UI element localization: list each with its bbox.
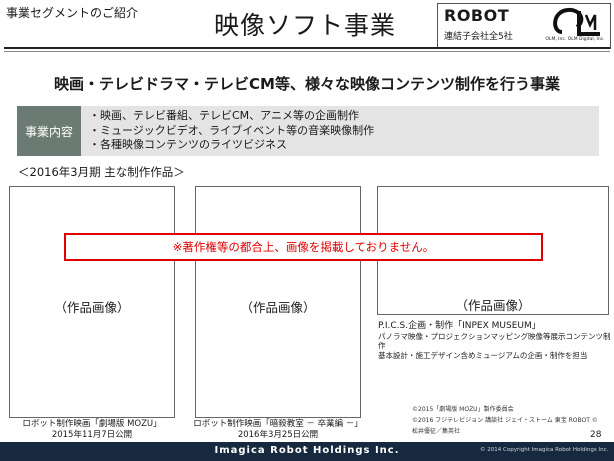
section-label: 事業セグメントのご紹介 — [6, 6, 139, 20]
work-caption: P.I.C.S.企画・制作「INPEX MUSEUM」 パノラマ映像・プロジェク… — [378, 321, 614, 360]
footer-bar: Imagica Robot Holdings Inc. © 2014 Copyr… — [0, 442, 614, 461]
work-image-frame: （作品画像） — [9, 186, 175, 418]
business-label: 事業内容 — [17, 106, 81, 156]
copyright-line: ©2015「劇場版 MOZU」製作委員会 — [412, 406, 514, 413]
business-item: ・各種映像コンテンツのライツビジネス — [89, 138, 287, 151]
business-item: ・映画、テレビ番組、テレビCM、アニメ等の企画制作 — [89, 109, 359, 122]
work-image-placeholder: （作品画像） — [240, 300, 316, 315]
business-items: ・映画、テレビ番組、テレビCM、アニメ等の企画制作 ・ミュージックビデオ、ライブ… — [89, 109, 374, 153]
work-title: ロボット制作映画「暗殺教室 － 卒業編 －」 — [193, 419, 363, 429]
header-divider-thin — [4, 51, 610, 52]
work-detail: 基本設計・施工デザイン含めミュージアムの企画・制作を担当 — [378, 350, 588, 360]
work-image-frame: （作品画像） — [195, 186, 361, 418]
work-title: ロボット制作映画「劇場版 MOZU」 — [22, 419, 162, 429]
footer-copyright: © 2014 Copyright Imagica Robot Holdings … — [480, 447, 609, 453]
company-logos: ROBOT 連結子会社全5社 OLM, Inc. OLM Digital, In… — [437, 3, 611, 49]
work-release-date: 2015年11月7日公開 — [51, 429, 133, 440]
header-divider — [4, 47, 610, 49]
period-label: ＜2016年3月期 主な制作作品＞ — [18, 165, 185, 179]
copyright-notice: ※著作権等の都合上、画像を掲載しておりません。 — [64, 233, 543, 261]
robot-subsidiary-label: 連結子会社全5社 — [444, 32, 513, 42]
headline: 映画・テレビドラマ・テレビCM等、様々な映像コンテンツ制作を行う事業 — [54, 75, 560, 93]
work-caption: ロボット制作映画「暗殺教室 － 卒業編 －」 2016年3月25日公開 — [193, 419, 363, 440]
work-detail: パノラマ映像・プロジェクションマッピング映像等展示コンテンツ制作 — [378, 331, 611, 351]
business-description-box: 事業内容 ・映画、テレビ番組、テレビCM、アニメ等の企画制作 ・ミュージックビデ… — [17, 106, 599, 156]
page-title: 映像ソフト事業 — [213, 11, 396, 40]
copyright-credits: ©2015「劇場版 MOZU」製作委員会 ©2016 フジテレビジョン 講談社 … — [412, 404, 598, 437]
copyright-line: 松井優征／集英社 — [412, 428, 461, 435]
work-caption: ロボット制作映画「劇場版 MOZU」 2015年11月7日公開 — [9, 419, 175, 440]
olm-logo-text: OLM, Inc. OLM Digital, Inc. — [545, 37, 605, 42]
robot-logo: ROBOT — [444, 6, 510, 25]
work-title: P.I.C.S.企画・制作「INPEX MUSEUM」 — [378, 321, 541, 331]
page-number: 28 — [590, 430, 602, 440]
work-image-placeholder: （作品画像） — [455, 298, 531, 313]
work-image-placeholder: （作品画像） — [54, 300, 130, 315]
business-item: ・ミュージックビデオ、ライブイベント等の音楽映像制作 — [89, 123, 375, 137]
copyright-line: ©2016 フジテレビジョン 講談社 ジェイ・ストーム 東宝 ROBOT © — [412, 417, 598, 424]
work-release-date: 2016年3月25日公開 — [237, 429, 319, 440]
